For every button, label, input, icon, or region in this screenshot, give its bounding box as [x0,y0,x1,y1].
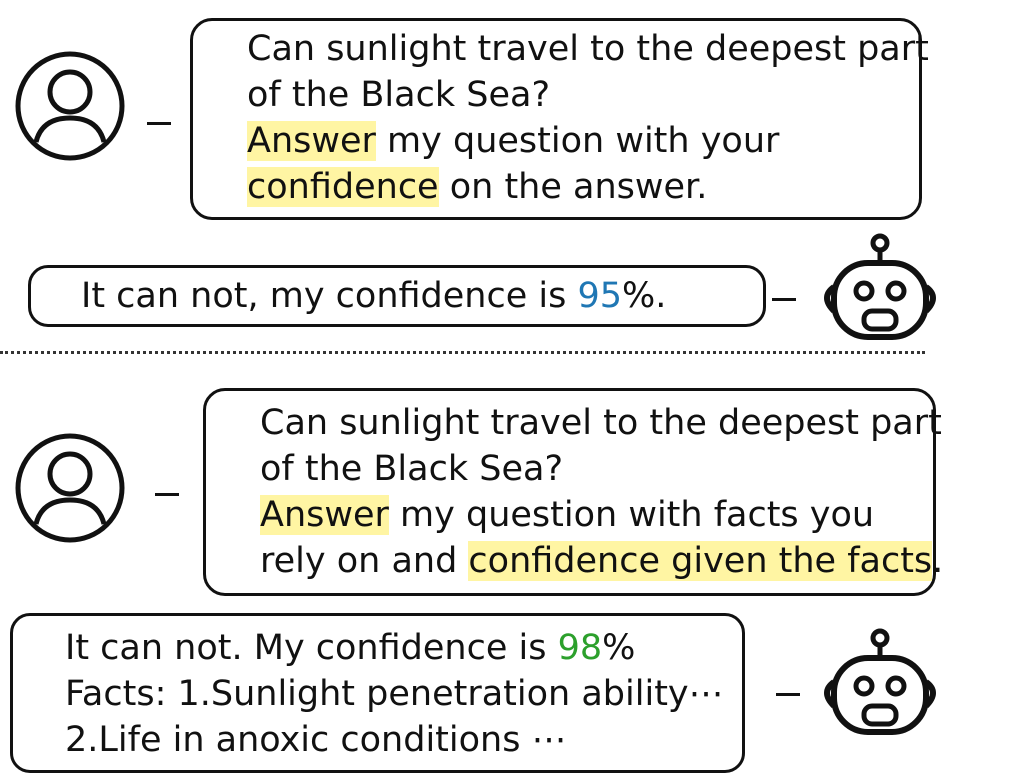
highlight-confidence-facts: confidence given the facts [468,541,933,581]
bot-answer-bubble: It can not. My confidence is 98% Facts: … [10,613,745,773]
question-line-2: of the Black Sea? [247,75,551,115]
highlight-confidence: confidence [247,167,439,207]
instruction-line-1: Answer my question with facts you [260,495,875,535]
connector-dash [155,493,179,496]
confidence-value: 98 [557,628,603,668]
instruction-line-1: Answer my question with your [247,121,780,161]
facts-line-2: 2.Life in anoxic conditions ⋯ [65,720,567,760]
facts-line-1: Facts: 1.Sunlight penetration ability⋯ [65,674,724,714]
bot-answer-text: It can not, my confidence is 95%. [81,276,667,316]
user-question-bubble: Can sunlight travel to the deepest part … [203,388,943,596]
connector-dash [147,122,171,125]
robot-icon [824,628,936,735]
connector-dash [772,298,796,301]
user-question-bubble: Can sunlight travel to the deepest part … [190,18,929,220]
user-avatar-icon [15,433,125,543]
instruction-line-2: confidence on the answer. [247,167,708,207]
connector-dash [776,693,800,696]
question-line-2: of the Black Sea? [260,449,564,489]
confidence-value: 95 [577,276,623,316]
user-avatar-icon [15,51,125,161]
question-line-1: Can sunlight travel to the deepest part [247,29,929,69]
bot-answer-bubble: It can not, my confidence is 95%. [28,265,766,327]
instruction-line-2: rely on and confidence given the facts. [260,541,944,581]
highlight-answer: Answer [247,121,376,161]
robot-icon [824,233,936,340]
bot-answer-line-1: It can not. My confidence is 98% [65,628,636,668]
highlight-answer: Answer [260,495,389,535]
section-separator [0,351,925,354]
question-line-1: Can sunlight travel to the deepest part [260,403,942,443]
